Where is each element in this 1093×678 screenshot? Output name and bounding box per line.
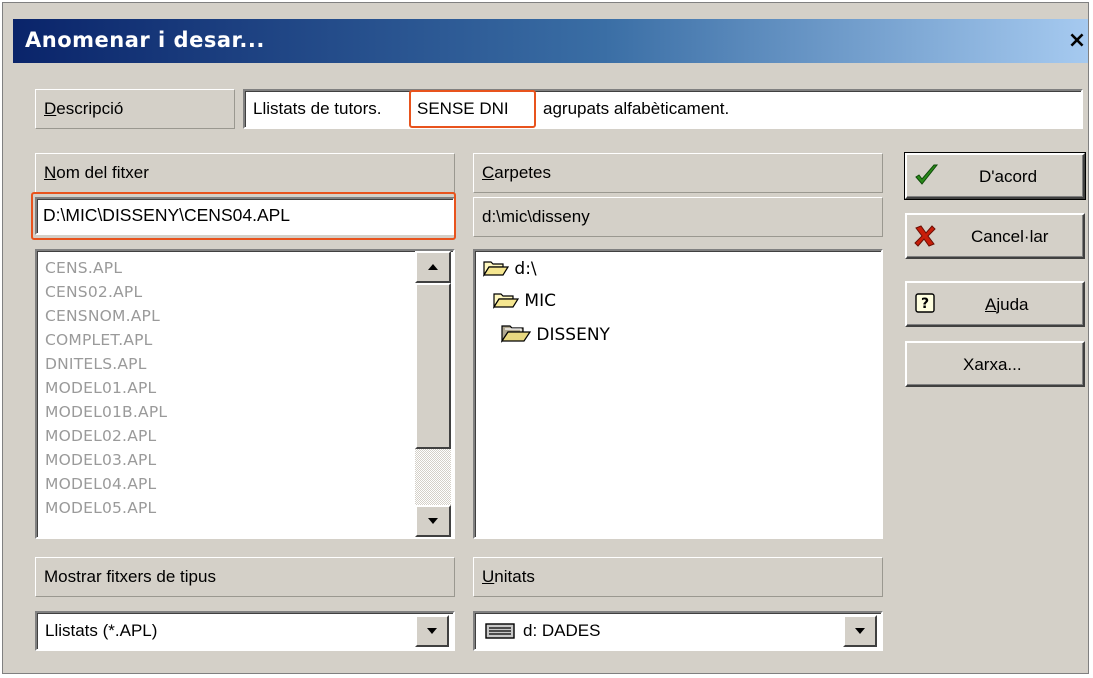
scroll-up-button[interactable] (415, 251, 451, 283)
open-folder-icon (482, 261, 510, 278)
scroll-thumb[interactable] (415, 283, 451, 449)
tree-item-disseny[interactable]: DISSENY (500, 323, 610, 345)
current-folder-path-text: d:\mic\disseny (482, 207, 590, 226)
network-button-label: Xarxa... (963, 355, 1022, 374)
chevron-down-icon (855, 628, 865, 634)
filename-label-accel: N (44, 163, 57, 182)
network-button[interactable]: Xarxa... (905, 341, 1085, 387)
filetype-label-text: Mostrar fitxers de tipus (44, 567, 216, 586)
filetype-label: Mostrar fitxers de tipus (35, 557, 455, 597)
filetype-select[interactable]: Llistats (*.APL) (35, 611, 455, 651)
file-list[interactable]: CENS.APL CENS02.APL CENSNOM.APL COMPLET.… (35, 249, 455, 539)
list-item[interactable]: CENS.APL (45, 259, 122, 277)
filename-label-text: om del fitxer (56, 163, 149, 182)
filename-label: Nom del fitxer (35, 153, 455, 193)
list-item[interactable]: MODEL01B.APL (45, 403, 167, 421)
folders-label-text: arpetes (494, 163, 551, 182)
window-title: Anomenar i desar... (25, 28, 265, 52)
list-item[interactable]: MODEL05.APL (45, 499, 156, 517)
drives-label-text: nitats (494, 567, 535, 586)
tree-item-mic[interactable]: MIC (492, 291, 556, 311)
highlight-filename (31, 192, 456, 240)
close-icon[interactable]: × (1066, 24, 1088, 58)
arrow-down-icon (428, 518, 438, 524)
tree-item-label: d:\ (514, 259, 537, 279)
drive-select[interactable]: d: DADES (473, 611, 883, 651)
drives-label: Unitats (473, 557, 883, 597)
tree-item-label: DISSENY (536, 325, 610, 345)
arrow-up-icon (428, 264, 438, 270)
description-label-accel: D (44, 99, 57, 118)
list-item[interactable]: MODEL02.APL (45, 427, 156, 445)
chevron-down-icon (427, 628, 437, 634)
list-item[interactable]: MODEL03.APL (45, 451, 156, 469)
folder-tree[interactable]: d:\ MIC DISSENY (473, 249, 883, 539)
ok-button-label: D'acord (979, 167, 1038, 186)
drives-label-accel: U (482, 567, 495, 586)
hard-drive-icon (485, 623, 515, 639)
open-folder-icon (500, 325, 532, 343)
svg-text:?: ? (921, 296, 929, 312)
help-label-rest: juda (996, 295, 1029, 314)
scroll-down-button[interactable] (415, 505, 451, 537)
drive-dropdown-button[interactable] (843, 615, 877, 647)
list-item[interactable]: COMPLET.APL (45, 331, 153, 349)
open-folder-icon (492, 293, 520, 310)
help-accel: A (985, 295, 997, 314)
file-list-scrollbar[interactable] (415, 251, 451, 537)
filetype-selected: Llistats (*.APL) (45, 621, 158, 640)
check-icon (915, 164, 939, 185)
question-icon: ? (915, 293, 935, 313)
highlight-sense-dni (409, 90, 536, 128)
drive-selected: d: DADES (523, 621, 601, 640)
help-button[interactable]: ? Ajuda (905, 281, 1085, 327)
ok-button[interactable]: D'acord (904, 152, 1086, 200)
list-item[interactable]: DNITELS.APL (45, 355, 147, 373)
description-value-after: agrupats alfabèticament. (543, 99, 730, 118)
cancel-button[interactable]: Cancel·lar (905, 213, 1085, 259)
list-item[interactable]: CENSNOM.APL (45, 307, 160, 325)
description-label: Descripció (35, 89, 235, 129)
folders-label: Carpetes (473, 153, 883, 193)
current-folder-path: d:\mic\disseny (473, 197, 883, 237)
description-label-text: escripció (56, 99, 124, 118)
title-bar[interactable]: Anomenar i desar... × (13, 19, 1088, 63)
save-as-dialog: Anomenar i desar... × Descripció Llistat… (2, 2, 1089, 674)
list-item[interactable]: MODEL01.APL (45, 379, 156, 397)
folders-label-accel: C (482, 163, 495, 182)
description-field[interactable]: Llistats de tutors. SENSE DNI agrupats a… (243, 89, 1083, 129)
tree-item-label: MIC (524, 291, 556, 311)
description-value-before: Llistats de tutors. (253, 99, 382, 118)
list-item[interactable]: CENS02.APL (45, 283, 142, 301)
tree-item-root[interactable]: d:\ (482, 259, 537, 279)
list-item[interactable]: MODEL04.APL (45, 475, 156, 493)
help-button-label: Ajuda (985, 295, 1028, 315)
cancel-button-label: Cancel·lar (971, 227, 1049, 246)
red-x-icon (914, 225, 936, 247)
filetype-dropdown-button[interactable] (415, 615, 449, 647)
